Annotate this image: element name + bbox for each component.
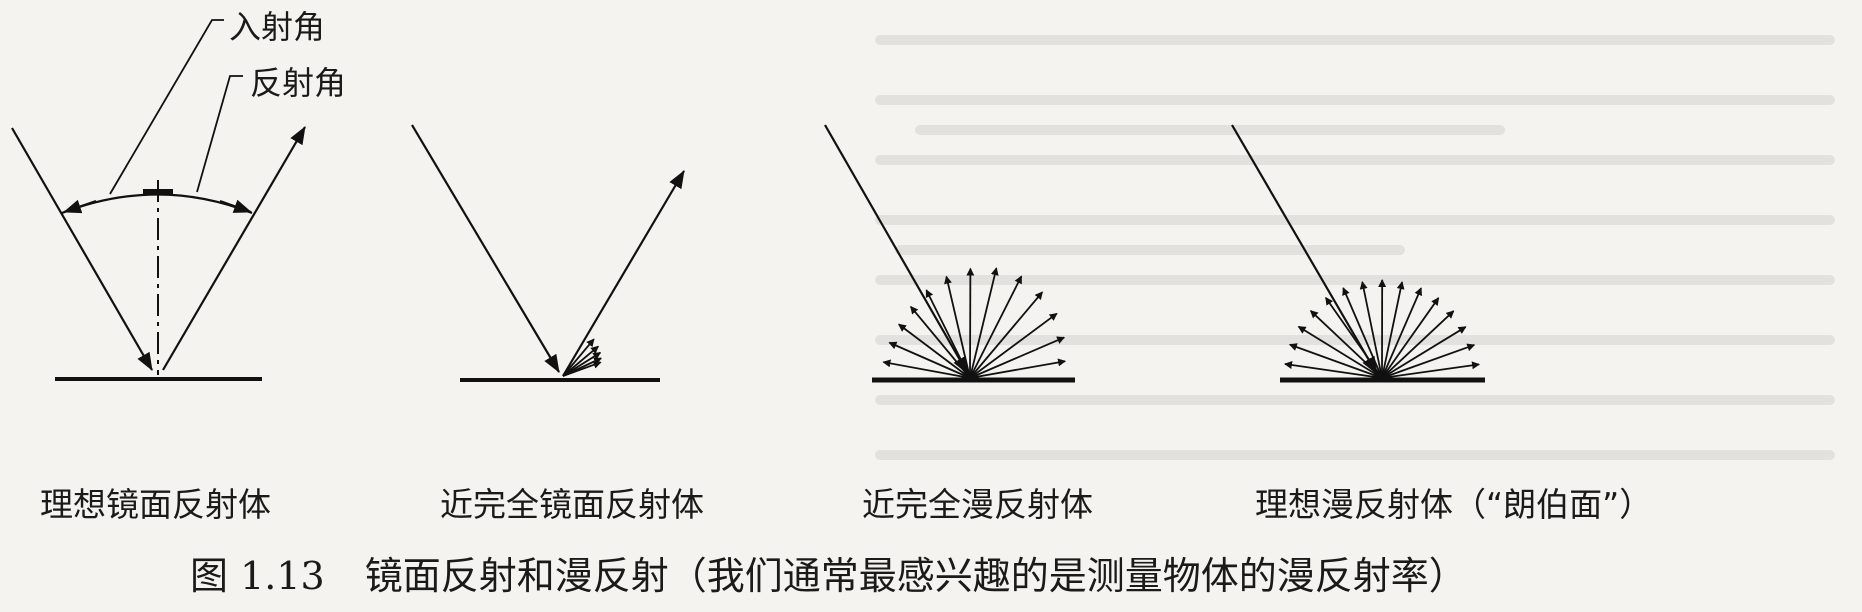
reflected-ray xyxy=(162,126,306,371)
incident-ray xyxy=(11,127,153,371)
reflected-ray xyxy=(562,170,685,377)
panel-label-ideal-specular: 理想镜面反射体 xyxy=(40,485,271,524)
scattered-ray xyxy=(969,358,1067,379)
scattered-ray xyxy=(1342,287,1383,379)
scattered-ray xyxy=(1284,361,1383,379)
panel-label-ideal-diffuse: 理想漫反射体（“朗伯面”） xyxy=(1255,485,1653,524)
lambertian-fan xyxy=(1284,279,1481,379)
incidence-leader xyxy=(109,19,224,195)
scattered-ray xyxy=(1381,310,1455,379)
figure-caption: 图 1.13 镜面反射和漫反射（我们通常最感兴趣的是测量物体的漫反射率） xyxy=(190,545,1467,600)
incidence-arc-arrow xyxy=(63,199,97,214)
reflection-angle-label: 反射角 xyxy=(250,64,347,102)
arc-tick xyxy=(143,189,173,195)
incidence-angle-label: 入射角 xyxy=(229,8,326,46)
panel-ideal-diffuse xyxy=(1231,124,1485,383)
reflection-leader xyxy=(196,75,243,193)
panel-near-diffuse xyxy=(824,124,1075,383)
panel-near-specular xyxy=(411,124,685,382)
scattered-ray xyxy=(1381,287,1422,379)
diffuse-fan xyxy=(882,267,1067,379)
panel-label-near-diffuse: 近完全漫反射体 xyxy=(862,485,1093,524)
scattered-ray xyxy=(1381,361,1481,379)
incident-ray xyxy=(411,124,560,373)
figure-number: 图 1.13 xyxy=(190,554,325,598)
figure-caption-text: 镜面反射和漫反射（我们通常最感兴趣的是测量物体的漫反射率） xyxy=(364,554,1467,598)
panel-label-near-specular: 近完全镜面反射体 xyxy=(440,485,704,524)
incident-ray xyxy=(824,124,969,375)
scattered-ray xyxy=(882,359,971,379)
reflection-arc-arrow xyxy=(219,199,252,214)
incident-ray xyxy=(1231,124,1378,375)
